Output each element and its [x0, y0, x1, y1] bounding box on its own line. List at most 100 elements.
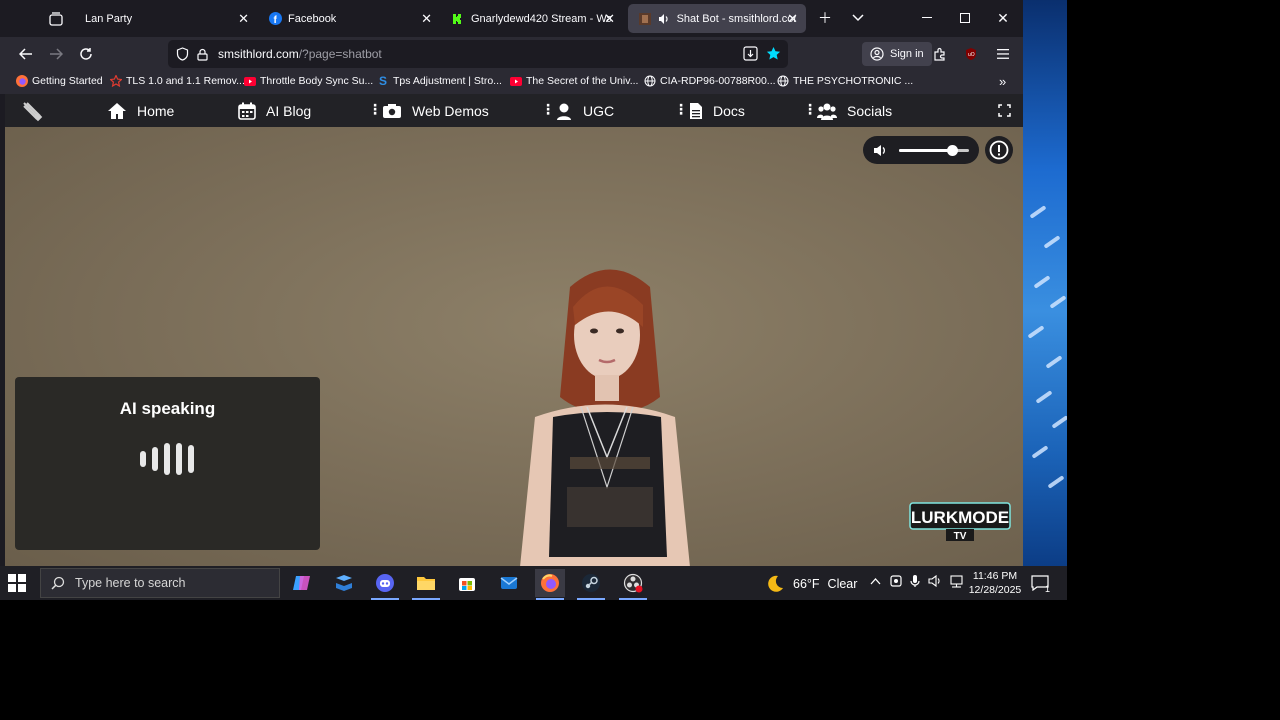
discord-icon[interactable] — [370, 569, 400, 600]
bookmark-psychotronic[interactable]: THE PSYCHOTRONIC ... — [777, 75, 913, 87]
close-icon[interactable]: ✕ — [604, 11, 615, 27]
file-explorer-alt-icon[interactable] — [329, 569, 359, 597]
bookmark-tps-adjustment[interactable]: S Tps Adjustment | Stro... — [377, 74, 502, 88]
nav-separator-icon: ⋮ — [368, 101, 382, 117]
shield-icon[interactable] — [176, 47, 189, 61]
new-tab-button[interactable]: ＋ — [815, 8, 835, 28]
nav-home[interactable]: Home — [107, 94, 174, 127]
nav-label: Socials — [847, 102, 893, 119]
avatar-scene: AI speaking LURKMODE TV — [5, 127, 1023, 566]
tab-stream[interactable]: Gnarlydewd420 Stream - Watc ✕ — [441, 4, 623, 33]
notification-center-icon[interactable]: 1 — [1030, 574, 1050, 594]
reload-button[interactable] — [75, 43, 97, 65]
tab-title: Shat Bot - smsithlord.com — [676, 12, 796, 25]
tab-facebook[interactable]: f Facebook ✕ — [258, 4, 440, 33]
nav-web-demos[interactable]: Web Demos — [382, 94, 489, 127]
windows-start-icon[interactable] — [8, 574, 30, 592]
tab-title: Gnarlydewd420 Stream - Watc — [471, 12, 611, 25]
firefox-taskbar-icon[interactable] — [535, 569, 565, 600]
bookmark-star-icon[interactable] — [766, 46, 781, 61]
sign-in-label: Sign in — [890, 48, 924, 60]
site-favicon-icon — [638, 12, 651, 26]
youtube-icon — [244, 75, 256, 87]
close-window-button[interactable]: ✕ — [993, 8, 1013, 28]
tab-shat-bot[interactable]: Shat Bot - smsithlord.com ✕ — [628, 4, 806, 33]
meet-now-icon[interactable] — [890, 574, 902, 591]
microsoft-store-icon[interactable] — [452, 569, 482, 597]
system-clock[interactable]: 11:46 PM 12/28/2025 — [966, 569, 1024, 597]
nav-label: AI Blog — [266, 102, 312, 119]
star-icon — [110, 75, 122, 87]
nav-socials[interactable]: Socials — [817, 94, 892, 127]
globe-icon — [644, 75, 656, 87]
bookmark-label: Throttle Body Sync Su... — [260, 75, 374, 87]
list-tabs-button[interactable] — [848, 8, 868, 28]
mail-icon[interactable] — [494, 569, 524, 597]
minimize-button[interactable] — [917, 8, 937, 28]
close-icon[interactable]: ✕ — [238, 11, 249, 27]
info-button[interactable] — [985, 136, 1013, 164]
taskbar-search-box[interactable]: Type here to search — [40, 568, 280, 598]
bookmark-secret-universe[interactable]: The Secret of the Univ... — [510, 75, 638, 87]
extensions-icon[interactable] — [929, 43, 951, 65]
sign-in-button[interactable]: Sign in — [862, 42, 932, 66]
ublock-icon[interactable]: uO — [960, 43, 982, 65]
steam-icon[interactable] — [576, 569, 606, 600]
nav-label: Home — [137, 102, 175, 119]
weather-condition: Clear — [827, 577, 858, 591]
folder-icon[interactable] — [411, 569, 441, 600]
navigation-toolbar: smsithlord.com/?page=shatbot Sign in uO — [0, 37, 1023, 71]
ai-avatar — [520, 269, 690, 566]
nav-ai-blog[interactable]: AI Blog — [238, 94, 311, 127]
tab-overview-icon[interactable] — [45, 8, 67, 30]
bookmark-throttle-body[interactable]: Throttle Body Sync Su... — [244, 75, 373, 87]
back-button[interactable] — [15, 43, 37, 65]
browser-window: Lan Party ✕ f Facebook ✕ Gnarlydewd420 S… — [0, 0, 1023, 566]
volume-slider-thumb[interactable] — [946, 145, 958, 156]
microphone-icon[interactable] — [910, 574, 920, 591]
close-icon[interactable]: ✕ — [421, 11, 432, 27]
tab-lan-party[interactable]: Lan Party ✕ — [75, 4, 257, 33]
download-icon[interactable] — [743, 46, 758, 61]
menu-icon[interactable] — [992, 43, 1014, 65]
speaker-icon[interactable] — [873, 144, 887, 157]
url-bar[interactable]: smsithlord.com/?page=shatbot — [168, 40, 788, 68]
volume-slider[interactable] — [899, 145, 969, 156]
account-icon — [870, 47, 884, 61]
nav-label: UGC — [583, 102, 615, 119]
bookmark-tls[interactable]: TLS 1.0 and 1.1 Remov... — [110, 75, 245, 87]
notification-count: 1 — [1044, 584, 1050, 594]
site-logo-icon[interactable] — [21, 94, 43, 127]
obs-recording-icon[interactable] — [618, 569, 648, 600]
nav-docs[interactable]: Docs — [689, 94, 745, 127]
bookmark-label: CIA-RDP96-00788R00... — [660, 75, 776, 87]
maximize-button[interactable] — [955, 8, 975, 28]
bookmark-cia-rdp[interactable]: CIA-RDP96-00788R00... — [644, 75, 776, 87]
close-icon[interactable]: ✕ — [787, 11, 798, 27]
audio-playing-icon[interactable] — [657, 12, 670, 26]
weather-temp: 66°F — [793, 577, 820, 591]
tab-bar: Lan Party ✕ f Facebook ✕ Gnarlydewd420 S… — [0, 0, 1023, 37]
bookmark-label: Getting Started — [32, 75, 103, 87]
chevron-up-icon[interactable] — [870, 574, 881, 588]
fullscreen-icon[interactable] — [998, 94, 1011, 127]
copilot-icon[interactable] — [287, 569, 317, 597]
forward-button[interactable] — [45, 43, 67, 65]
youtube-icon — [510, 75, 522, 87]
network-icon[interactable] — [949, 574, 964, 591]
more-bookmarks-icon[interactable]: » — [999, 74, 1006, 89]
voice-waveform-icon — [140, 441, 196, 477]
weather-widget[interactable]: 66°F Clear — [765, 574, 857, 594]
nav-label: Docs — [713, 102, 745, 119]
camera-icon — [382, 103, 402, 119]
bookmark-getting-started[interactable]: Getting Started — [16, 75, 103, 87]
document-icon — [689, 102, 703, 120]
clock-time: 11:46 PM — [972, 570, 1018, 582]
nav-label: Web Demos — [412, 102, 489, 119]
nav-ugc[interactable]: UGC — [555, 94, 614, 127]
desktop-wallpaper — [1023, 0, 1067, 566]
volume-icon[interactable] — [928, 574, 942, 591]
user-icon — [555, 102, 573, 120]
lock-icon[interactable] — [197, 48, 208, 61]
logo-text: LURKMODE — [911, 508, 1009, 527]
